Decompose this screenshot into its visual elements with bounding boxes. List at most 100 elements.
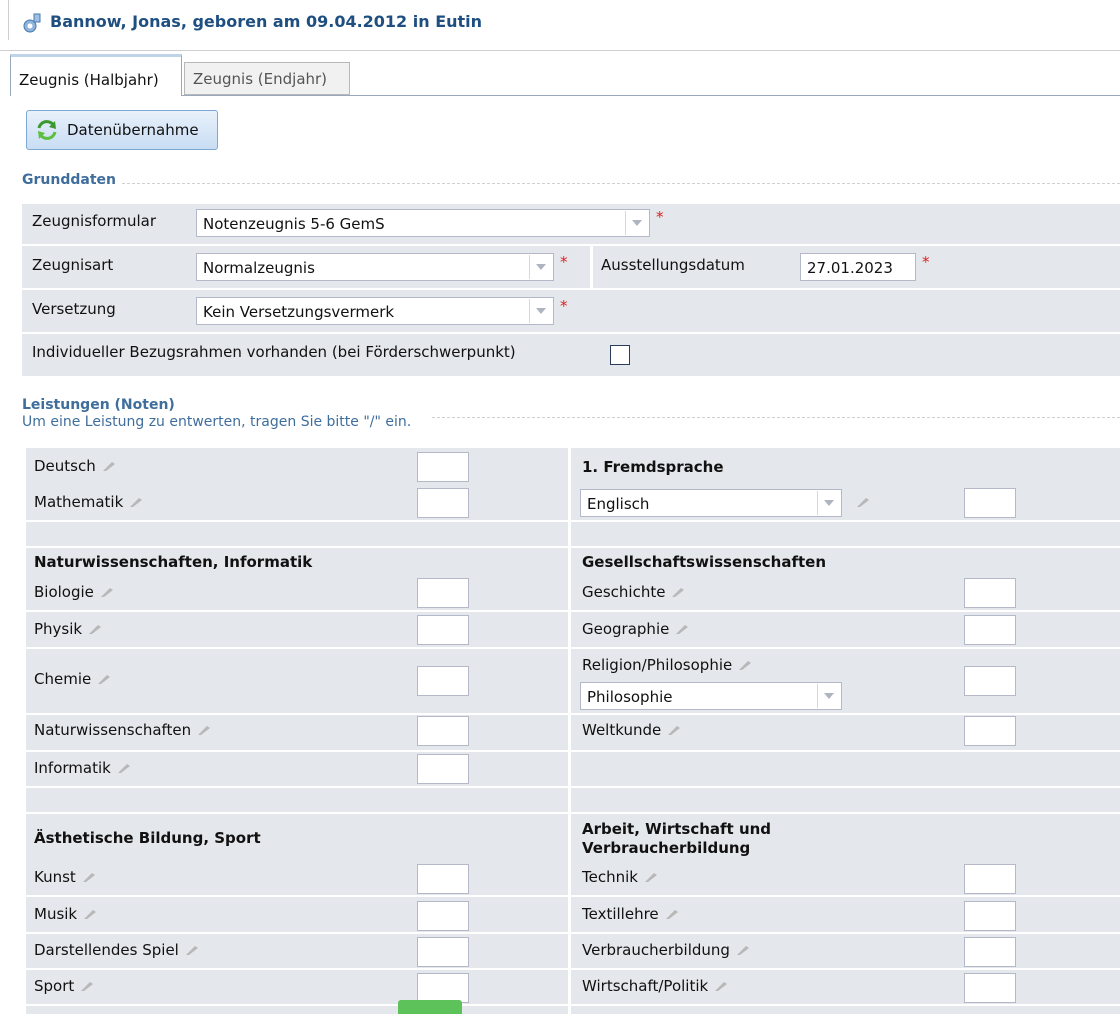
pencil-icon[interactable] [129, 497, 143, 508]
pencil-icon[interactable] [80, 981, 94, 992]
tab-endjahr[interactable]: Zeugnis (Endjahr) [184, 62, 350, 95]
pencil-icon[interactable] [83, 909, 97, 920]
subject-label: Informatik [34, 759, 111, 777]
divider [26, 895, 1120, 897]
pencil-icon[interactable] [665, 909, 679, 920]
chevron-down-icon[interactable] [817, 684, 840, 708]
subject-label: Textillehre [582, 905, 659, 923]
subject-label: Technik [582, 868, 638, 886]
grade-input-geographie[interactable] [964, 615, 1016, 645]
grade-input-mathematik[interactable] [417, 488, 469, 518]
grade-input-kunst[interactable] [417, 864, 469, 894]
subject-label: Mathematik [34, 493, 124, 511]
grade-input-weltkunde[interactable] [964, 716, 1016, 746]
grade-input-religion[interactable] [964, 666, 1016, 696]
subject-label: Musik [34, 905, 78, 923]
zeugnisformular-label: Zeugnisformular [32, 212, 157, 230]
divider [26, 647, 1120, 649]
grade-input-technik[interactable] [964, 864, 1016, 894]
grade-input-geschichte[interactable] [964, 578, 1016, 608]
subject-biologie: Biologie [34, 583, 114, 601]
subject-label: Weltkunde [582, 721, 662, 739]
grade-input-fremdsprache[interactable] [964, 488, 1016, 518]
pencil-icon[interactable] [197, 725, 211, 736]
tab-label: Zeugnis (Halbjahr) [19, 71, 159, 89]
zeugnisformular-select[interactable]: Notenzeugnis 5-6 GemS [196, 209, 650, 237]
subject-naturwissenschaften: Naturwissenschaften [34, 721, 211, 739]
grade-input-chemie[interactable] [417, 666, 469, 696]
chevron-down-icon[interactable] [529, 255, 552, 279]
pencil-icon[interactable] [117, 763, 131, 774]
datenuebernahme-button[interactable]: Datenübernahme [26, 110, 218, 150]
grade-input-informatik[interactable] [417, 754, 469, 784]
grade-input-biologie[interactable] [417, 578, 469, 608]
versetzung-select[interactable]: Kein Versetzungsvermerk [196, 297, 554, 325]
pencil-icon[interactable] [667, 725, 681, 736]
subject-kunst: Kunst [34, 868, 96, 886]
chevron-down-icon[interactable] [529, 299, 552, 323]
scroll-to-top-button[interactable] [398, 1000, 462, 1014]
pencil-icon[interactable] [675, 624, 689, 635]
required-marker: * [560, 253, 568, 271]
grade-input-sport[interactable] [417, 973, 469, 1003]
grade-input-wirtschaft-politik[interactable] [964, 973, 1016, 1003]
zeugnisart-select[interactable]: Normalzeugnis [196, 253, 554, 281]
subject-musik: Musik [34, 905, 97, 923]
pencil-icon[interactable] [736, 945, 750, 956]
pencil-icon[interactable] [88, 624, 102, 635]
subject-label: Religion/Philosophie [582, 656, 733, 674]
section-heading-nawi: Naturwissenschaften, Informatik [34, 553, 313, 571]
grade-input-deutsch[interactable] [417, 452, 469, 482]
grade-input-physik[interactable] [417, 615, 469, 645]
page-title: Bannow, Jonas, geboren am 09.04.2012 in … [50, 12, 483, 31]
pencil-icon[interactable] [102, 461, 116, 472]
pencil-icon[interactable] [97, 674, 111, 685]
section-heading-arbeit: Arbeit, Wirtschaft und [582, 820, 772, 838]
bezugsrahmen-checkbox[interactable] [610, 345, 630, 365]
button-label: Datenübernahme [67, 121, 199, 139]
select-value: Kein Versetzungsvermerk [203, 303, 395, 321]
subject-label: Physik [34, 620, 83, 638]
subject-label: Chemie [34, 670, 92, 688]
tab-label: Zeugnis (Endjahr) [193, 70, 328, 88]
divider [26, 1004, 1120, 1006]
pencil-icon[interactable] [185, 945, 199, 956]
pencil-icon[interactable] [856, 498, 870, 508]
fremdsprache-select[interactable]: Englisch [580, 489, 842, 517]
subject-label: Verbraucherbildung [582, 941, 730, 959]
section-legend-leistungen: Leistungen (Noten) [22, 397, 175, 413]
pencil-icon[interactable] [671, 587, 685, 598]
grade-input-naturwissenschaften[interactable] [417, 716, 469, 746]
required-marker: * [656, 208, 664, 226]
chevron-down-icon[interactable] [625, 211, 648, 235]
bezugsrahmen-label: Individueller Bezugsrahmen vorhanden (be… [32, 343, 516, 361]
divider [26, 932, 1120, 934]
religion-select[interactable]: Philosophie [580, 682, 842, 710]
grade-input-musik[interactable] [417, 901, 469, 931]
tab-halbjahr[interactable]: Zeugnis (Halbjahr) [10, 54, 182, 96]
divider [432, 417, 1120, 418]
ausstellungsdatum-field[interactable]: 27.01.2023 [800, 253, 916, 281]
subject-physik: Physik [34, 620, 102, 638]
divider [26, 713, 1120, 715]
form-row [22, 290, 1120, 332]
divider [26, 520, 1120, 522]
grade-input-textillehre[interactable] [964, 901, 1016, 931]
grade-input-verbraucherbildung[interactable] [964, 937, 1016, 967]
pencil-icon[interactable] [714, 981, 728, 992]
subject-textillehre: Textillehre [582, 905, 679, 923]
divider [26, 610, 1120, 612]
subject-weltkunde: Weltkunde [582, 721, 681, 739]
pencil-icon[interactable] [738, 660, 752, 671]
section-heading-fremdsprache: 1. Fremdsprache [582, 458, 724, 476]
pencil-icon[interactable] [100, 587, 114, 598]
pencil-icon[interactable] [644, 872, 658, 883]
subject-label: Geschichte [582, 583, 666, 601]
pencil-icon[interactable] [82, 872, 96, 883]
grade-input-darstellendes-spiel[interactable] [417, 937, 469, 967]
ausstellungsdatum-label: Ausstellungsdatum [601, 256, 745, 274]
divider [26, 812, 1120, 814]
subject-informatik: Informatik [34, 759, 131, 777]
divider [122, 183, 1120, 184]
chevron-down-icon[interactable] [817, 491, 840, 515]
